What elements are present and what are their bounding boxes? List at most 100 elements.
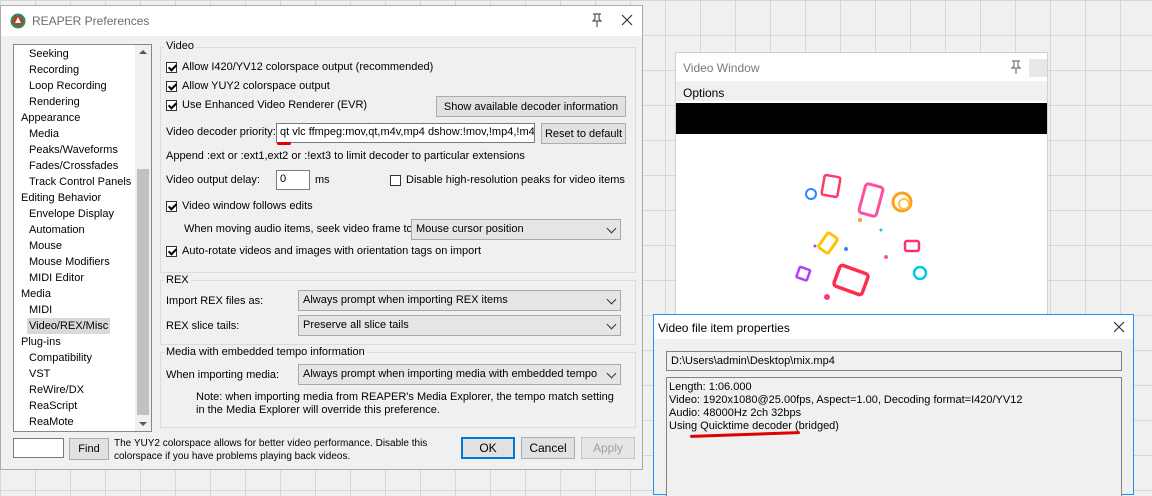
preferences-tree[interactable]: Seeking Recording Loop Recording Rendering A…	[13, 44, 152, 432]
seek-select[interactable]: Mouse cursor position	[411, 219, 621, 240]
properties-titlebar[interactable]: Video file item properties	[654, 315, 1133, 339]
tree-item[interactable]: Media	[29, 126, 59, 142]
when-importing-select[interactable]: Always prompt when importing media with …	[298, 364, 621, 385]
chevron-down-icon	[606, 368, 617, 379]
find-button[interactable]: Find	[69, 438, 109, 460]
tree-item[interactable]: Recording	[29, 62, 79, 78]
tree-item[interactable]: Video/REX/Misc	[27, 318, 111, 334]
file-audio-info: Audio: 48000Hz 2ch 32bps	[669, 407, 802, 419]
tempo-note-line1: Note: when importing media from REAPER's…	[196, 391, 614, 403]
auto-rotate-checkbox[interactable]	[166, 246, 177, 257]
output-delay-input[interactable]: 0	[276, 170, 310, 190]
follows-edits-label: Video window follows edits	[182, 200, 313, 212]
output-delay-unit: ms	[315, 174, 330, 186]
tree-item[interactable]: Plug-ins	[21, 334, 61, 350]
tree-item[interactable]: ReWire/DX	[29, 382, 84, 398]
allow-yuy2-label: Allow YUY2 colorspace output	[182, 80, 330, 92]
reaper-logo-icon	[10, 13, 26, 29]
tree-item[interactable]: Seeking	[29, 46, 69, 62]
allow-i420-label: Allow I420/YV12 colorspace output (recom…	[182, 61, 434, 73]
tree-item[interactable]: Track Control Panels	[29, 174, 131, 190]
chevron-down-icon	[606, 223, 617, 234]
when-importing-label: When importing media:	[166, 369, 280, 381]
use-evr-label: Use Enhanced Video Renderer (EVR)	[182, 99, 368, 111]
file-info-box: Length: 1:06.000 Video: 1920x1080@25.00f…	[666, 377, 1122, 496]
video-window-menubar: Options	[676, 81, 1047, 101]
auto-rotate-label: Auto-rotate videos and images with orien…	[182, 245, 481, 257]
pin-icon[interactable]	[589, 12, 605, 28]
close-icon[interactable]	[1029, 59, 1047, 77]
footer-hint-line1: The YUY2 colorspace allows for better vi…	[114, 438, 428, 449]
tempo-note-line2: in the Media Explorer will override this…	[196, 404, 440, 416]
tree-item[interactable]: Loop Recording	[29, 78, 107, 94]
preferences-titlebar[interactable]: REAPER Preferences	[1, 6, 642, 36]
properties-title: Video file item properties	[658, 321, 790, 335]
pin-icon[interactable]	[1008, 59, 1024, 75]
allow-yuy2-checkbox[interactable]	[166, 81, 177, 92]
use-evr-checkbox[interactable]	[166, 100, 177, 111]
tree-item[interactable]: ReaMote	[29, 414, 74, 430]
preferences-title: REAPER Preferences	[32, 14, 150, 28]
rex-group-title: REX	[164, 274, 191, 286]
append-hint: Append :ext or :ext1,ext2 or :!ext3 to l…	[166, 150, 525, 162]
close-icon[interactable]	[1112, 320, 1126, 334]
rex-slice-value: Preserve all slice tails	[303, 319, 409, 331]
chevron-down-icon	[606, 294, 617, 305]
decoder-priority-input[interactable]: qt vlc ffmpeg:mov,qt,m4v,mp4 dshow:!mov,…	[276, 123, 535, 143]
disable-hires-peaks-checkbox[interactable]	[390, 175, 401, 186]
ok-button[interactable]: OK	[461, 437, 515, 459]
tree-scrollbar[interactable]	[135, 45, 151, 431]
tree-item[interactable]: Editing Behavior	[21, 190, 101, 206]
rex-import-label: Import REX files as:	[166, 295, 264, 307]
chevron-down-icon	[606, 319, 617, 330]
tree-item[interactable]: Media	[21, 286, 51, 302]
video-black-bar	[676, 103, 1047, 134]
file-path-field[interactable]: D:\Users\admin\Desktop\mix.mp4	[666, 351, 1122, 371]
scroll-down-icon[interactable]	[139, 422, 147, 426]
tree-item[interactable]: ReaScript	[29, 398, 77, 414]
decoder-priority-annotation	[277, 142, 291, 145]
tree-item[interactable]: Compatibility	[29, 350, 92, 366]
reset-to-default-button[interactable]: Reset to default	[541, 123, 626, 144]
tree-item[interactable]: Appearance	[21, 110, 80, 126]
tree-item[interactable]: Peaks/Waveforms	[29, 142, 118, 158]
tree-item[interactable]: Envelope Display	[29, 206, 114, 222]
tree-item[interactable]: VST	[29, 366, 50, 382]
rex-slice-select[interactable]: Preserve all slice tails	[298, 315, 621, 336]
rex-import-select[interactable]: Always prompt when importing REX items	[298, 290, 621, 311]
tempo-group-title: Media with embedded tempo information	[164, 346, 367, 358]
properties-window: Video file item properties D:\Users\admi…	[653, 314, 1134, 496]
file-length: Length: 1:06.000	[669, 381, 752, 393]
options-menu[interactable]: Options	[683, 86, 724, 100]
tree-item[interactable]: MIDI Editor	[29, 270, 84, 286]
seek-select-value: Mouse cursor position	[416, 223, 524, 235]
rex-import-value: Always prompt when importing REX items	[303, 294, 508, 306]
footer-hint-line2: colorspace if you have problems playing …	[114, 451, 351, 462]
video-group-title: Video	[164, 40, 196, 52]
scroll-up-icon[interactable]	[139, 50, 147, 54]
tree-item[interactable]: Mouse	[29, 238, 62, 254]
when-importing-value: Always prompt when importing media with …	[303, 368, 598, 380]
close-icon[interactable]	[620, 13, 634, 27]
video-window-titlebar[interactable]: Video Window	[676, 53, 1047, 79]
tree-scroll-thumb[interactable]	[137, 169, 149, 415]
tree-item[interactable]: Rendering	[29, 94, 80, 110]
tree-item[interactable]: MIDI	[29, 302, 52, 318]
follows-edits-checkbox[interactable]	[166, 201, 177, 212]
file-video-info: Video: 1920x1080@25.00fps, Aspect=1.00, …	[669, 394, 1023, 406]
show-decoder-info-button[interactable]: Show available decoder information	[436, 96, 626, 117]
allow-i420-checkbox[interactable]	[166, 62, 177, 73]
tree-item[interactable]: Automation	[29, 222, 85, 238]
tree-item[interactable]: Fades/Crossfades	[29, 158, 118, 174]
video-window: Video Window Options	[675, 52, 1048, 352]
rex-slice-label: REX slice tails:	[166, 320, 240, 332]
decoder-priority-label: Video decoder priority:	[166, 126, 276, 138]
cancel-button[interactable]: Cancel	[521, 437, 575, 459]
seek-label: When moving audio items, seek video fram…	[184, 223, 416, 235]
find-input[interactable]	[13, 438, 64, 458]
output-delay-label: Video output delay:	[166, 174, 260, 186]
tree-item[interactable]: Mouse Modifiers	[29, 254, 110, 270]
disable-hires-peaks-label: Disable high-resolution peaks for video …	[406, 174, 625, 186]
file-decoder-info: Using Quicktime decoder (bridged)	[669, 420, 839, 432]
apply-button[interactable]: Apply	[581, 437, 635, 459]
